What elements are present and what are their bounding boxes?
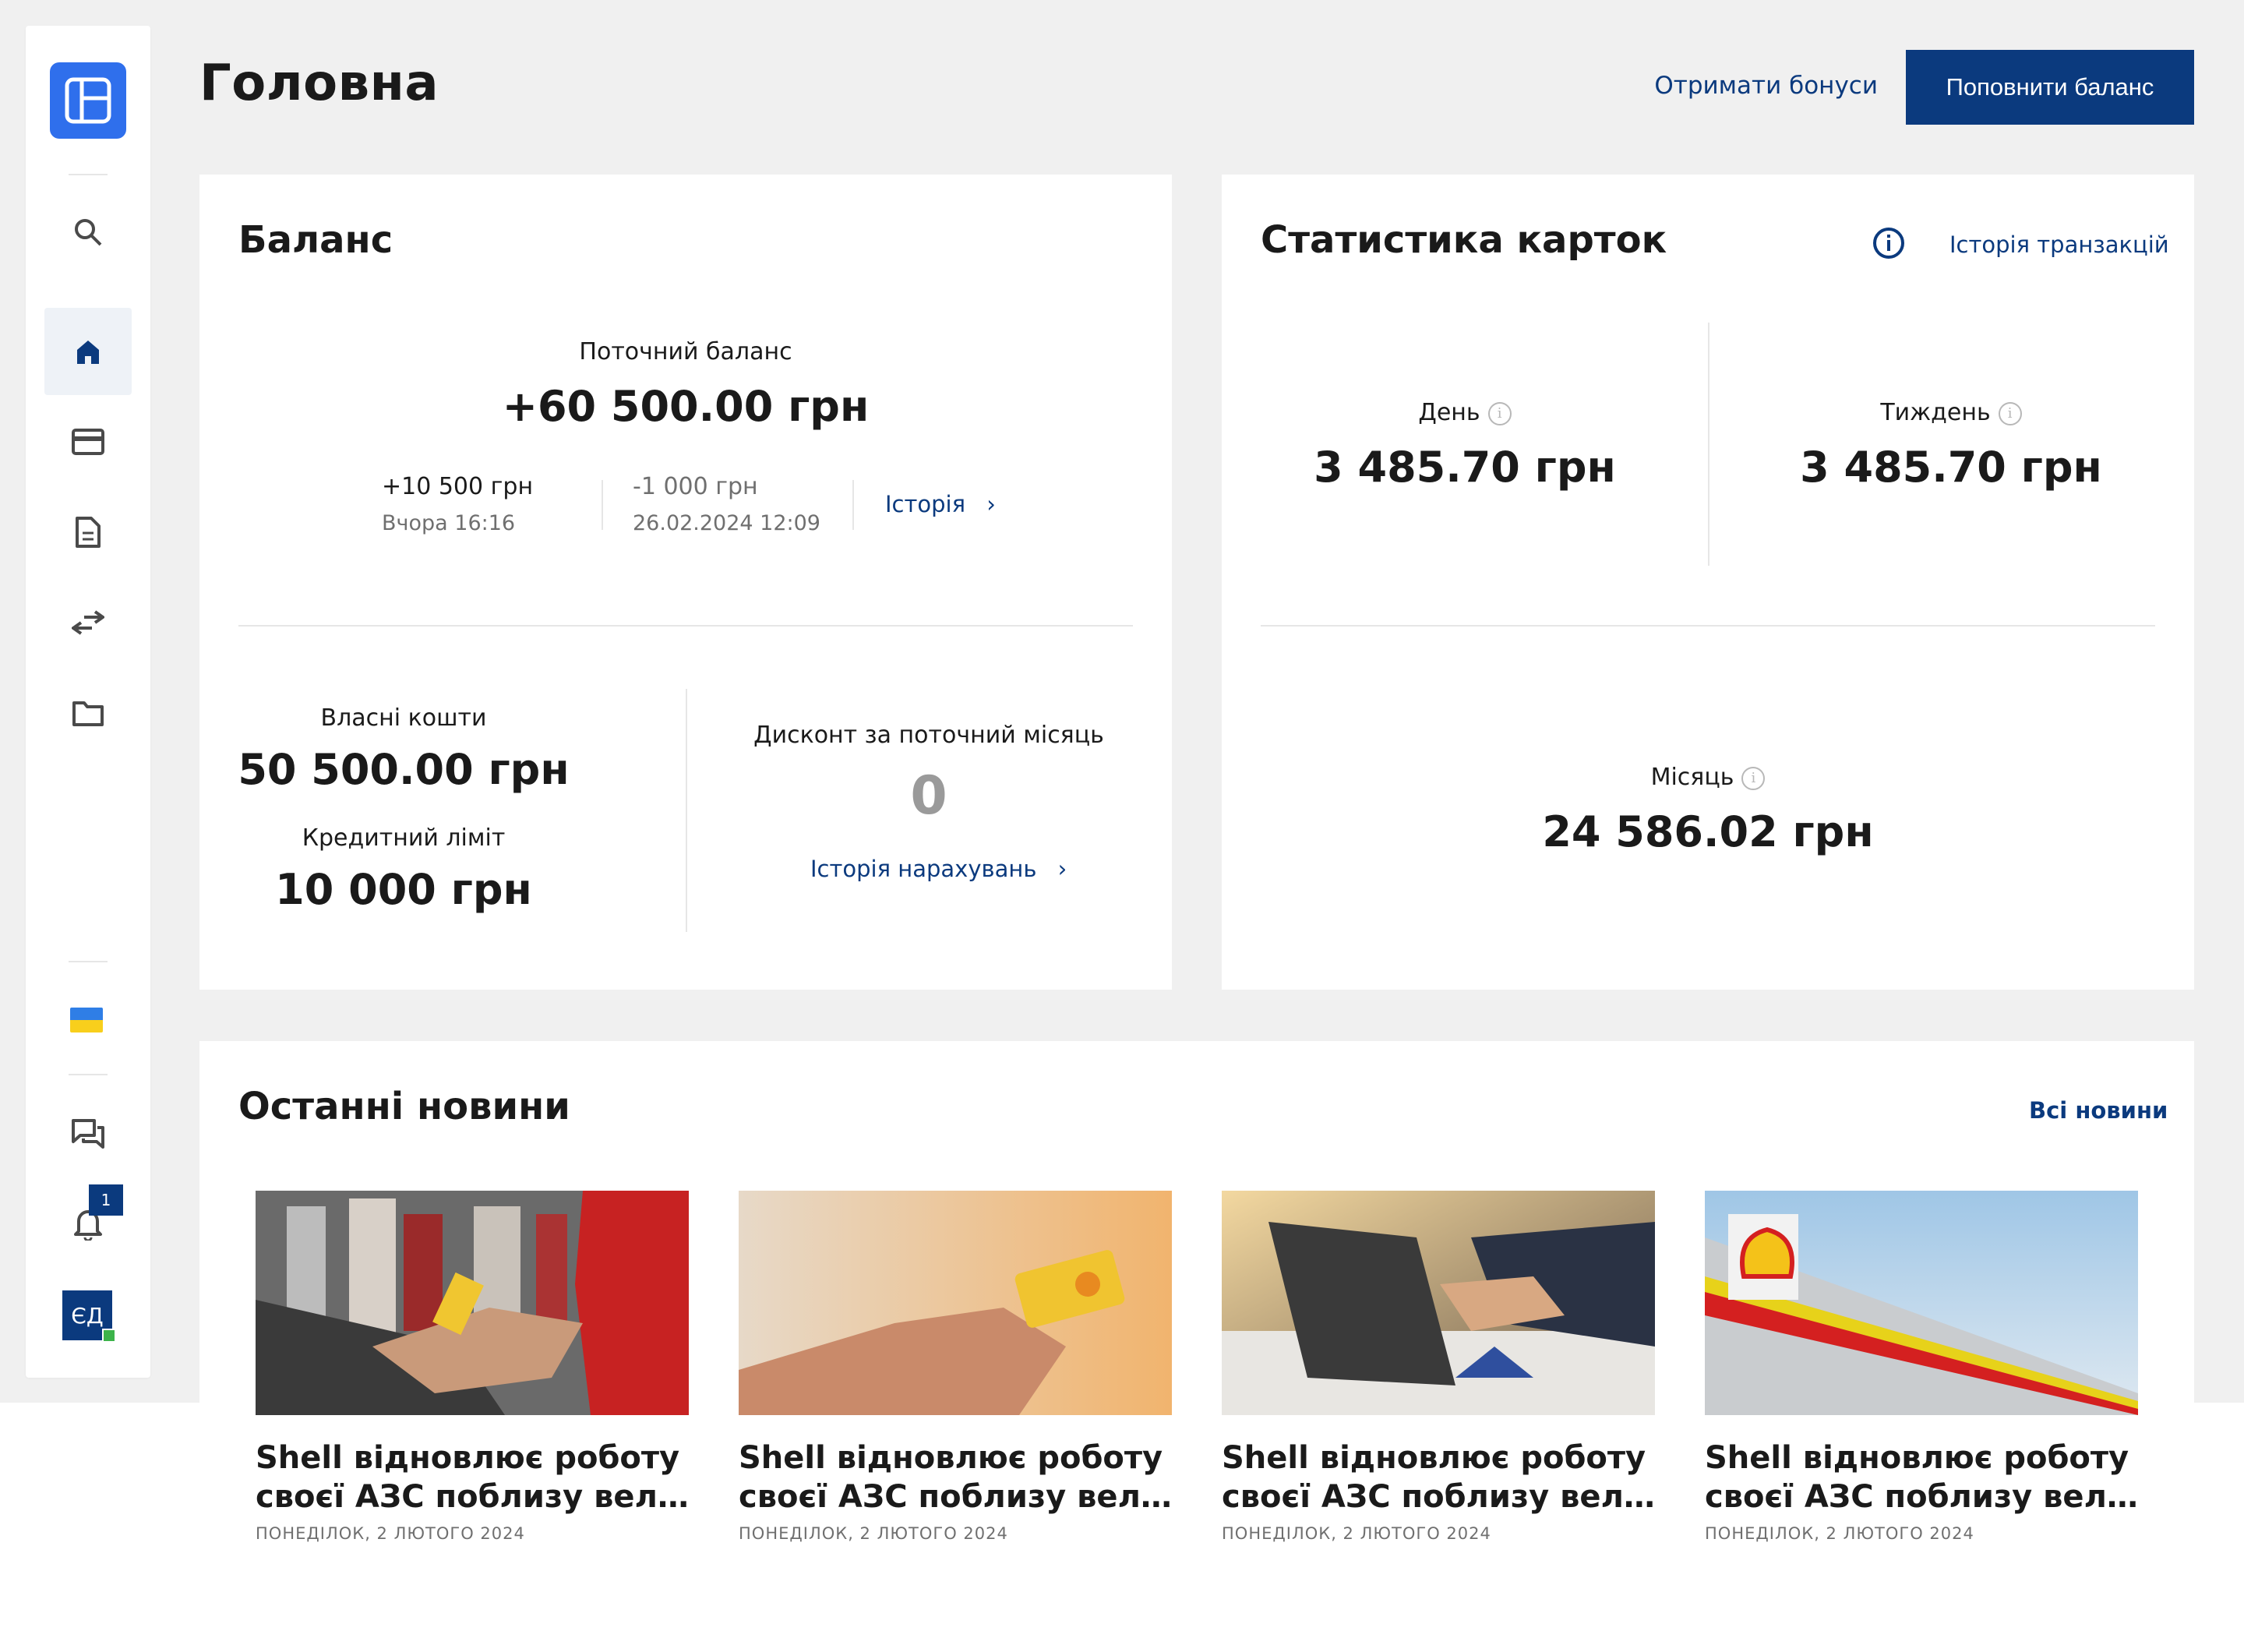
month-value: 24 586.02 грн — [1542, 807, 1874, 856]
sidebar-divider — [69, 1074, 108, 1075]
recent-transaction-amount: +10 500 грн — [382, 473, 534, 500]
search-icon — [75, 219, 102, 246]
credit-limit-label: Кредитний ліміт — [302, 824, 506, 852]
chevron-right-icon: › — [1057, 856, 1067, 882]
balance-card: Баланс Поточний баланс +60 500.00 грн +1… — [199, 175, 1172, 990]
own-funds-value: 50 500.00 грн — [238, 745, 570, 794]
sidebar-item-transfers[interactable] — [44, 579, 132, 666]
news-headline-line: своєї АЗС поблизу вели... — [1705, 1479, 2141, 1515]
news-headline-line: своєї АЗС поблизу вели... — [739, 1479, 1175, 1515]
month-label-text: Місяць — [1650, 764, 1734, 791]
week-value: 3 485.70 грн — [1800, 443, 2102, 492]
credit-limit-value: 10 000 грн — [275, 865, 532, 914]
recent-transaction-date: 26.02.2024 12:09 — [633, 511, 820, 535]
top-up-balance-button[interactable]: Поповнити баланс — [1906, 50, 2194, 125]
news-headline[interactable]: Shell відновлює роботу своєї АЗС поблизу… — [256, 1438, 692, 1516]
balance-title: Баланс — [238, 218, 393, 262]
news-headline[interactable]: Shell відновлює роботу своєї АЗС поблизу… — [1705, 1438, 2141, 1516]
recent-transaction-date: Вчора 16:16 — [382, 511, 516, 535]
transfer-arrows-icon — [72, 610, 104, 635]
credit-card-icon — [72, 429, 104, 455]
info-icon[interactable]: i — [1741, 766, 1766, 790]
folder-icon — [72, 701, 104, 726]
chat-icon — [72, 1119, 104, 1149]
history-link-label: Історія — [885, 491, 966, 517]
sidebar-item-home[interactable] — [44, 308, 132, 395]
news-image[interactable] — [256, 1191, 689, 1415]
recent-transaction-amount: -1 000 грн — [633, 473, 758, 500]
ukraine-flag-icon[interactable] — [70, 1008, 103, 1032]
divider — [238, 625, 1133, 627]
news-date: ПОНЕДІЛОК, 2 ЛЮТОГО 2024 — [1222, 1524, 1491, 1543]
current-balance-label: Поточний баланс — [579, 338, 792, 365]
news-headline-line: Shell відновлює роботу — [256, 1440, 680, 1476]
all-news-link[interactable]: Всі новини — [2029, 1097, 2168, 1124]
page-title: Головна — [199, 55, 439, 112]
get-bonuses-link[interactable]: Отримати бонуси — [1621, 72, 1878, 100]
transactions-history-link[interactable]: Історія транзакцій — [1949, 231, 2169, 258]
document-icon — [76, 517, 101, 548]
dashboard-layout-icon — [65, 77, 111, 124]
news-image[interactable] — [1222, 1191, 1655, 1415]
sidebar: 1 ЄД — [26, 26, 150, 1378]
sidebar-item-chat[interactable] — [44, 1090, 132, 1177]
accruals-link-label: Історія нарахувань — [810, 856, 1037, 882]
app-logo[interactable] — [50, 62, 126, 139]
info-icon[interactable]: i — [1487, 401, 1512, 425]
online-status-dot — [102, 1329, 116, 1343]
balance-history-link[interactable]: Історія › — [885, 491, 996, 517]
info-icon[interactable]: i — [1998, 401, 2022, 425]
sidebar-item-files[interactable] — [44, 669, 132, 757]
own-funds-label: Власні кошти — [320, 704, 487, 732]
news-headline-line: Shell відновлює роботу — [1705, 1440, 2129, 1476]
info-icon[interactable] — [1872, 226, 1906, 260]
discount-value: 0 — [910, 765, 947, 827]
divider — [602, 480, 603, 530]
sidebar-divider — [69, 961, 108, 962]
news-headline[interactable]: Shell відновлює роботу своєї АЗС поблизу… — [739, 1438, 1175, 1516]
news-image[interactable] — [739, 1191, 1172, 1415]
statistics-title: Статистика карток — [1261, 218, 1667, 262]
news-image[interactable] — [1705, 1191, 2138, 1415]
news-date: ПОНЕДІЛОК, 2 ЛЮТОГО 2024 — [739, 1524, 1008, 1543]
news-headline-line: Shell відновлює роботу — [739, 1440, 1163, 1476]
news-title: Останні новини — [238, 1085, 570, 1128]
week-label: Тиждень i — [1708, 399, 2194, 426]
news-headline[interactable]: Shell відновлює роботу своєї АЗС поблизу… — [1222, 1438, 1658, 1516]
divider — [852, 480, 854, 530]
home-icon — [77, 341, 99, 364]
sidebar-item-search[interactable] — [44, 189, 132, 276]
news-headline-line: Shell відновлює роботу — [1222, 1440, 1646, 1476]
week-label-text: Тиждень — [1880, 399, 1991, 426]
sidebar-divider — [69, 174, 108, 175]
accruals-history-link[interactable]: Історія нарахувань › — [810, 856, 1067, 882]
news-date: ПОНЕДІЛОК, 2 ЛЮТОГО 2024 — [1705, 1524, 1974, 1543]
day-label: День i — [1222, 399, 1708, 426]
month-label: Місяць i — [1222, 764, 2194, 791]
news-date: ПОНЕДІЛОК, 2 ЛЮТОГО 2024 — [256, 1524, 525, 1543]
day-value: 3 485.70 грн — [1314, 443, 1616, 492]
news-headline-line: своєї АЗС поблизу вели... — [256, 1479, 692, 1515]
sidebar-item-cards[interactable] — [44, 398, 132, 485]
notification-badge: 1 — [89, 1184, 123, 1216]
card-statistics-card: Статистика карток Історія транзакцій Ден… — [1222, 175, 2194, 990]
discount-label: Дисконт за поточний місяць — [753, 722, 1104, 749]
news-headline-line: своєї АЗС поблизу вели... — [1222, 1479, 1658, 1515]
current-balance-value: +60 500.00 грн — [502, 382, 870, 431]
sidebar-item-documents[interactable] — [44, 489, 132, 576]
divider — [1261, 625, 2155, 627]
chevron-right-icon: › — [986, 491, 996, 517]
day-label-text: День — [1418, 399, 1480, 426]
